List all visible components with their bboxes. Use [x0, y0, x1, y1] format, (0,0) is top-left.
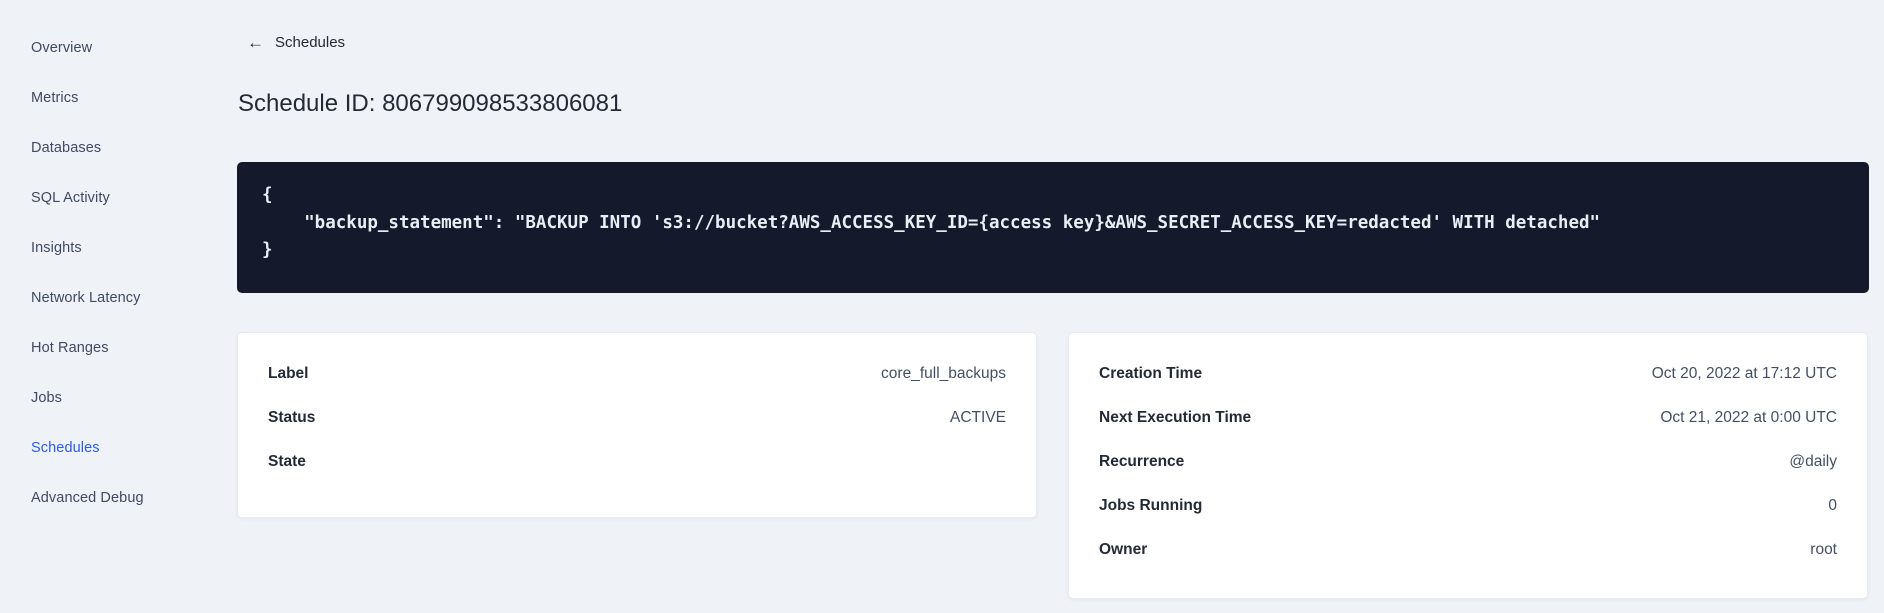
sidebar-item-databases[interactable]: Databases: [0, 123, 237, 173]
back-to-schedules-link[interactable]: ← Schedules: [247, 34, 345, 51]
sidebar-item-label: Overview: [31, 40, 93, 56]
sidebar-item-label: SQL Activity: [31, 190, 110, 206]
detail-label: Creation Time: [1099, 365, 1203, 382]
detail-value: ACTIVE: [950, 409, 1006, 426]
sidebar-item-schedules[interactable]: Schedules: [0, 423, 237, 473]
schedule-statement-code-block: { "backup_statement": "BACKUP INTO 's3:/…: [237, 162, 1869, 293]
detail-row-next-execution-time: Next Execution Time Oct 21, 2022 at 0:00…: [1099, 396, 1837, 440]
sidebar-item-metrics[interactable]: Metrics: [0, 73, 237, 123]
sidebar: Overview Metrics Databases SQL Activity …: [0, 23, 237, 523]
schedule-statement-text: { "backup_statement": "BACKUP INTO 's3:/…: [262, 185, 1601, 260]
detail-value: core_full_backups: [881, 365, 1006, 382]
detail-value: Oct 20, 2022 at 17:12 UTC: [1651, 365, 1837, 382]
sidebar-item-network-latency[interactable]: Network Latency: [0, 273, 237, 323]
sidebar-item-label: Jobs: [31, 390, 63, 406]
detail-label: State: [268, 453, 306, 470]
detail-value: 0: [1828, 497, 1837, 514]
detail-row-owner: Owner root: [1099, 528, 1837, 572]
schedule-timing-card: Creation Time Oct 20, 2022 at 17:12 UTC …: [1068, 332, 1868, 599]
sidebar-item-label: Schedules: [31, 440, 100, 456]
sidebar-item-label: Network Latency: [31, 290, 141, 306]
detail-row-state: State: [268, 440, 1006, 484]
detail-label: Jobs Running: [1099, 497, 1203, 514]
sidebar-item-label: Hot Ranges: [31, 340, 109, 356]
detail-row-recurrence: Recurrence @daily: [1099, 440, 1837, 484]
sidebar-item-label: Metrics: [31, 90, 79, 106]
sidebar-item-label: Databases: [31, 140, 102, 156]
sidebar-item-label: Advanced Debug: [31, 490, 144, 506]
detail-label: Label: [268, 365, 309, 382]
sidebar-item-advanced-debug[interactable]: Advanced Debug: [0, 473, 237, 523]
sidebar-item-label: Insights: [31, 240, 82, 256]
sidebar-item-jobs[interactable]: Jobs: [0, 373, 237, 423]
sidebar-item-sql-activity[interactable]: SQL Activity: [0, 173, 237, 223]
detail-row-creation-time: Creation Time Oct 20, 2022 at 17:12 UTC: [1099, 352, 1837, 396]
schedule-summary-card: Label core_full_backups Status ACTIVE St…: [237, 332, 1037, 518]
detail-value: @daily: [1789, 453, 1837, 470]
sidebar-item-hot-ranges[interactable]: Hot Ranges: [0, 323, 237, 373]
detail-row-status: Status ACTIVE: [268, 396, 1006, 440]
detail-label: Status: [268, 409, 316, 426]
sidebar-item-insights[interactable]: Insights: [0, 223, 237, 273]
detail-row-jobs-running: Jobs Running 0: [1099, 484, 1837, 528]
back-link-label: Schedules: [275, 34, 346, 51]
detail-row-label: Label core_full_backups: [268, 352, 1006, 396]
detail-label: Owner: [1099, 541, 1148, 558]
left-arrow-icon: ←: [247, 33, 264, 52]
sidebar-item-overview[interactable]: Overview: [0, 23, 237, 73]
page-title: Schedule ID: 806799098533806081: [238, 90, 623, 118]
detail-value: root: [1810, 541, 1837, 558]
detail-label: Next Execution Time: [1099, 409, 1252, 426]
detail-label: Recurrence: [1099, 453, 1185, 470]
detail-value: Oct 21, 2022 at 0:00 UTC: [1660, 409, 1837, 426]
